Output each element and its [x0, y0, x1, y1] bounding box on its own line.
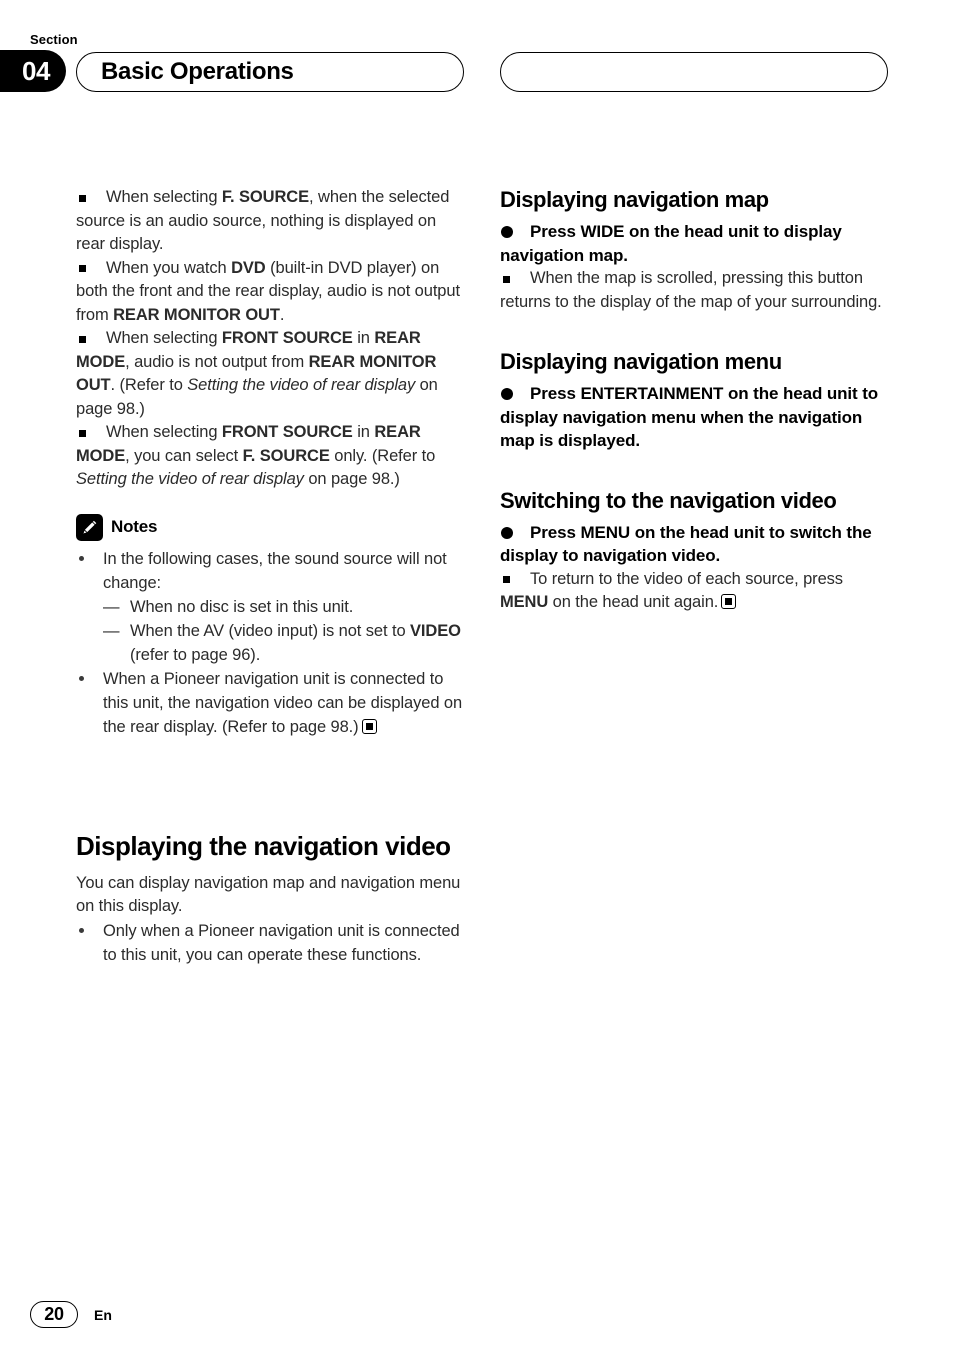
- notes-block: Notes In the following cases, the sound …: [76, 513, 466, 739]
- main-heading: Displaying the navigation video: [76, 830, 451, 861]
- section-heading: Switching to the navigation video: [500, 487, 837, 513]
- emphasis-text: Press WIDE on the head unit to display n…: [500, 222, 842, 265]
- text-run: When selecting: [106, 329, 222, 347]
- italic-reference-text: Setting the video of rear display: [187, 376, 416, 394]
- emphasis-text: F. SOURCE: [242, 446, 330, 465]
- list-item: In the following cases, the sound source…: [76, 547, 466, 667]
- text-run: When the AV (video input) is not set to: [130, 621, 411, 640]
- round-bullet-icon: [501, 388, 513, 400]
- text-run: When a Pioneer navigation unit is connec…: [103, 669, 463, 736]
- text-run: When no disc is set in this unit.: [130, 597, 354, 616]
- emphasis-text: VIDEO: [410, 621, 461, 640]
- text-run: , audio is not output from: [125, 352, 309, 371]
- round-bullet-icon: [79, 675, 84, 681]
- text-run: only. (Refer to: [329, 446, 436, 465]
- em-dash-marker: —: [103, 621, 120, 640]
- intro-bullet-list: Only when a Pioneer navigation unit is c…: [76, 919, 466, 967]
- manual-page: Section 04 Basic Operations When selecti…: [0, 0, 954, 1352]
- section-label: Section: [30, 32, 78, 47]
- square-bullet-icon: [79, 194, 86, 202]
- square-bullet-icon: [79, 429, 86, 437]
- section-heading: Displaying navigation map: [500, 187, 769, 212]
- list-item-text: In the following cases, the sound source…: [103, 549, 447, 592]
- page-header: Section 04 Basic Operations: [0, 32, 954, 102]
- square-bullet-icon: [503, 576, 510, 583]
- notes-label: Notes: [111, 517, 158, 536]
- emphasis-text: Press MENU on the head unit to switch th…: [500, 522, 872, 566]
- section-displaying-navigation-map: Displaying navigation map Press WIDE on …: [500, 186, 890, 314]
- notes-bullet-list: In the following cases, the sound source…: [76, 547, 466, 739]
- list-item: When a Pioneer navigation unit is connec…: [76, 667, 466, 739]
- text-run: When selecting: [106, 188, 222, 206]
- round-bullet-icon: [501, 526, 513, 539]
- page-footer: 20 En: [30, 1301, 112, 1328]
- language-code: En: [94, 1306, 112, 1323]
- header-secondary-pill: [500, 52, 888, 92]
- section-displaying-navigation-menu: Displaying navigation menu Press ENTERTA…: [500, 348, 890, 453]
- text-run: on page 98.): [303, 470, 400, 488]
- text-run: When selecting: [106, 423, 222, 441]
- pencil-icon: [76, 513, 103, 541]
- italic-reference-text: Setting the video of rear display: [76, 470, 304, 488]
- emphasis-text: REAR MONITOR OUT: [113, 305, 280, 324]
- action-instruction: Press WIDE on the head unit to display n…: [500, 220, 890, 267]
- emphasis-text: F. SOURCE: [221, 188, 310, 206]
- emphasis-text: MENU: [500, 593, 549, 611]
- emphasis-text: DVD: [231, 258, 266, 277]
- page-number: 20: [30, 1301, 78, 1328]
- text-run: in: [352, 423, 375, 441]
- text-run: .: [279, 305, 285, 324]
- intro-paragraph: You can display navigation map and navig…: [76, 873, 461, 916]
- round-bullet-icon: [79, 555, 84, 561]
- square-bullet-item: When selecting F. SOURCE, when the selec…: [76, 186, 466, 257]
- square-bullet-icon: [503, 275, 510, 283]
- text-run: , you can select: [125, 446, 243, 465]
- section-heading: Displaying navigation menu: [500, 349, 782, 374]
- section-number-badge: 04: [0, 50, 66, 92]
- round-bullet-icon: [501, 226, 513, 238]
- right-column: Displaying navigation map Press WIDE on …: [500, 186, 890, 615]
- round-bullet-icon: [79, 927, 84, 933]
- list-item: — When no disc is set in this unit.: [103, 595, 466, 619]
- text-run: When you watch: [106, 258, 232, 277]
- emphasis-text: Press ENTERTAINMENT on the head unit to …: [500, 384, 879, 450]
- header-title-pill: Basic Operations: [76, 52, 464, 92]
- square-bullet-item: When the map is scrolled, pressing this …: [500, 267, 890, 314]
- list-item: — When the AV (video input) is not set t…: [103, 619, 466, 667]
- text-run: To return to the video of each source, p…: [530, 569, 843, 588]
- text-run: (refer to page 96).: [130, 645, 261, 664]
- end-of-section-marker: [361, 718, 377, 734]
- end-of-section-marker: [721, 594, 737, 609]
- list-item: Only when a Pioneer navigation unit is c…: [76, 919, 466, 967]
- text-run: on the head unit again.: [548, 593, 719, 611]
- square-bullet-icon: [79, 335, 86, 343]
- text-run: in: [352, 329, 375, 347]
- emphasis-text: FRONT SOURCE: [221, 423, 353, 441]
- action-instruction: Press ENTERTAINMENT on the head unit to …: [500, 382, 890, 453]
- list-item-text: Only when a Pioneer navigation unit is c…: [103, 921, 460, 964]
- square-bullet-item: To return to the video of each source, p…: [500, 568, 890, 615]
- text-run: . (Refer to: [110, 376, 188, 394]
- square-bullet-icon: [79, 265, 86, 272]
- left-column: When selecting F. SOURCE, when the selec…: [76, 186, 466, 967]
- square-bullet-item: When selecting FRONT SOURCE in REAR MODE…: [76, 421, 466, 492]
- notes-header: Notes: [76, 513, 466, 541]
- square-bullet-item: When selecting FRONT SOURCE in REAR MODE…: [76, 327, 466, 421]
- notes-sub-list: — When no disc is set in this unit. — Wh…: [103, 595, 466, 667]
- action-instruction: Press MENU on the head unit to switch th…: [500, 521, 890, 568]
- section-switching-to-navigation-video: Switching to the navigation video Press …: [500, 487, 890, 615]
- square-bullet-item: When you watch DVD (built-in DVD player)…: [76, 257, 466, 328]
- text-run: When the map is scrolled, pressing this …: [500, 269, 882, 311]
- emphasis-text: FRONT SOURCE: [221, 329, 353, 347]
- square-bullet-list-top: When selecting F. SOURCE, when the selec…: [76, 186, 466, 492]
- page-title: Basic Operations: [101, 58, 294, 85]
- em-dash-marker: —: [103, 597, 120, 616]
